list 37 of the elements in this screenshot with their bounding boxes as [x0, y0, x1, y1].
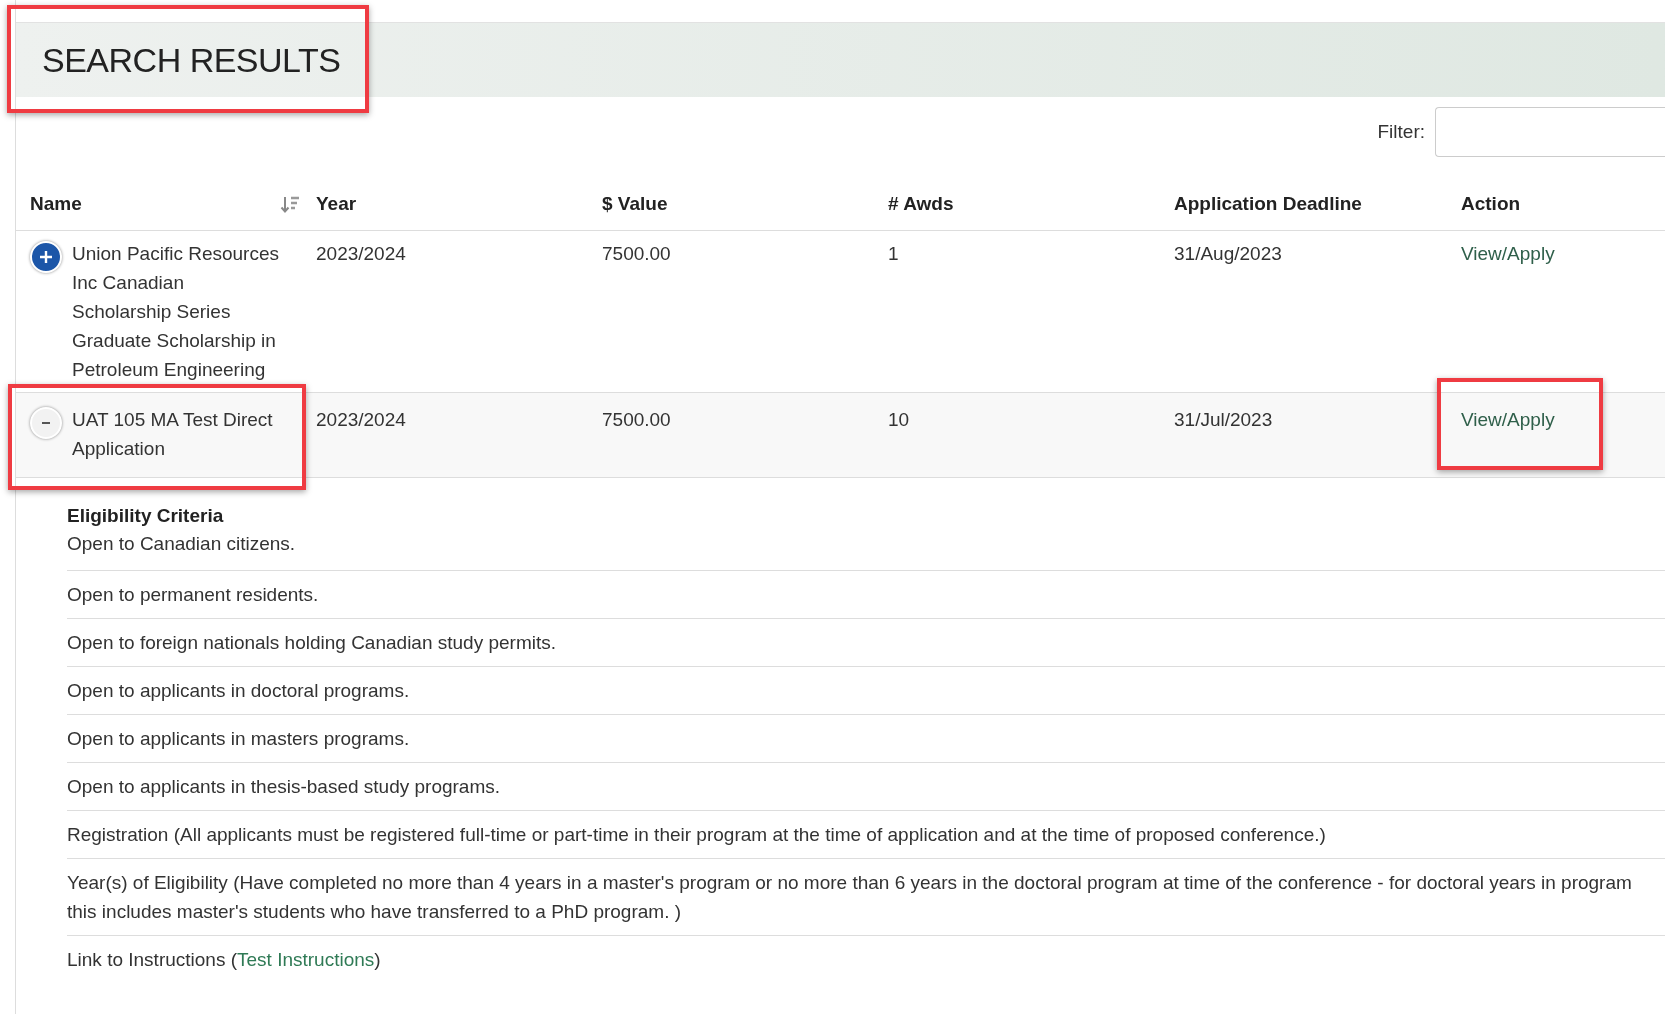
table-cell-text: 10 — [888, 408, 911, 432]
column-header[interactable]: # Awds — [888, 190, 954, 219]
criteria-heading: Eligibility Criteria — [67, 504, 225, 528]
view-apply-link[interactable]: View/Apply — [1461, 243, 1555, 264]
column-header[interactable]: Name — [30, 190, 82, 219]
criteria-item: Year(s) of Eligibility (Have completed no more than 4 years in a master's program or no more than 6 years in the doctoral program at time of the conference - for doctoral years in program this includes master's students who have transferred to a PhD program. ) — [67, 872, 1632, 922]
criteria-item: Open to applicants in thesis-based study programs. — [67, 776, 500, 797]
table-cell-text: 1 — [888, 242, 900, 266]
instructions-link[interactable]: Test Instructions — [237, 949, 375, 970]
page-title: SEARCH RESULTS — [42, 39, 341, 81]
column-header[interactable]: Application Deadline — [1174, 190, 1362, 219]
column-header[interactable]: Action — [1461, 190, 1521, 219]
criteria-item: Open to Canadian citizens. — [67, 533, 296, 554]
column-header[interactable]: Year — [316, 190, 357, 219]
plus-icon — [40, 251, 52, 263]
scholarship-name: UAT 105 MA Test Direct Application — [72, 408, 274, 461]
criteria-item: Registration (All applicants must be registered full-time or part-time in their program at the time of application and at the time of proposed conference.) — [67, 824, 1326, 845]
view-apply-link[interactable]: View/Apply — [1461, 409, 1555, 430]
table-cell-text: 2023/2024 — [316, 408, 407, 432]
scholarship-name: Union Pacific Resources Inc Canadian Scholarship Series Graduate Scholarship in Petroleum Engineering — [72, 242, 280, 382]
table-cell-text: 31/Aug/2023 — [1174, 242, 1283, 266]
table-cell-text: 31/Jul/2023 — [1174, 408, 1274, 432]
filter-field[interactable] — [1435, 107, 1665, 157]
column-header[interactable]: $ Value — [602, 190, 668, 219]
sort-icon[interactable] — [280, 194, 300, 215]
filter-label: Filter: — [1377, 119, 1425, 144]
expand-toggle[interactable] — [30, 241, 62, 273]
criteria-item: Open to applicants in masters programs. — [67, 728, 410, 749]
minus-icon — [42, 422, 50, 424]
table-cell-text: 7500.00 — [602, 242, 672, 266]
table-cell-text: 2023/2024 — [316, 242, 407, 266]
collapse-toggle[interactable] — [30, 407, 62, 439]
criteria-item: Open to applicants in doctoral programs. — [67, 680, 410, 701]
criteria-item: Open to foreign nationals holding Canadian study permits. — [67, 632, 557, 653]
criteria-item: Open to permanent residents. — [67, 584, 319, 605]
table-cell-text: 7500.00 — [602, 408, 672, 432]
criteria-item: Link to Instructions (Test Instructions) — [67, 949, 381, 970]
